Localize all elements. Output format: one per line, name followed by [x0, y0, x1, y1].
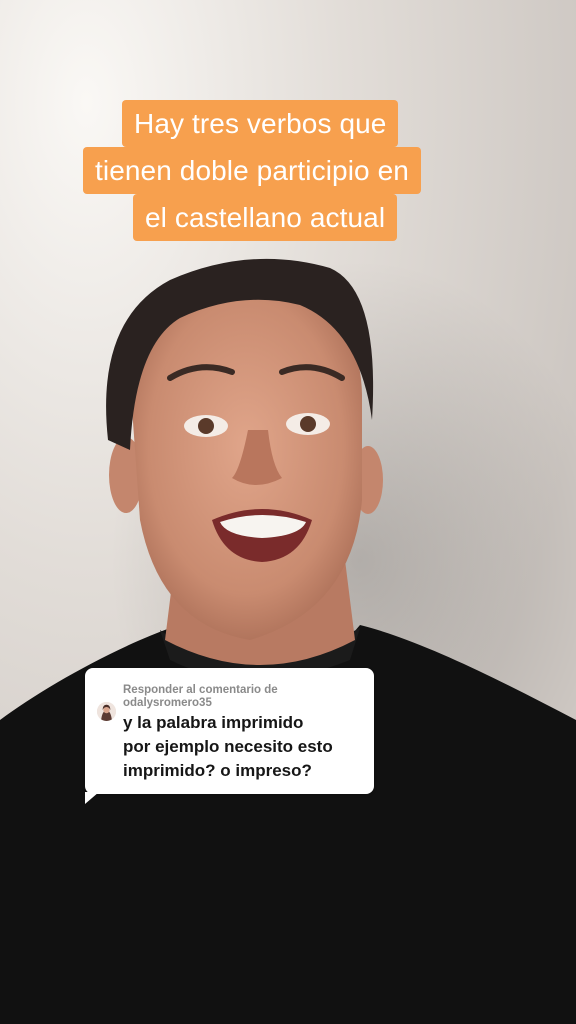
comment-line-3: imprimido? o impreso?	[123, 761, 312, 780]
user-avatar-icon[interactable]	[97, 702, 116, 721]
comment-line-1: y la palabra imprimido	[123, 713, 304, 732]
left-iris	[198, 418, 214, 434]
video-frame[interactable]: Hay tres verbos que tienen doble partici…	[0, 0, 576, 1024]
reply-card-tail	[85, 792, 99, 804]
reply-username[interactable]: odalysromero35	[123, 697, 212, 709]
reply-comment-text: y la palabra imprimido por ejemplo neces…	[123, 711, 363, 783]
reply-comment-card[interactable]: Responder al comentario de odalysromero3…	[85, 668, 374, 804]
caption-line-3: el castellano actual	[133, 194, 398, 241]
caption-line-1: Hay tres verbos que	[122, 100, 399, 147]
right-iris	[300, 416, 316, 432]
reply-header-label: Responder al comentario de	[123, 684, 278, 696]
comment-line-2: por ejemplo necesito esto	[123, 737, 333, 756]
caption-line-2: tienen doble participio en	[83, 147, 421, 194]
